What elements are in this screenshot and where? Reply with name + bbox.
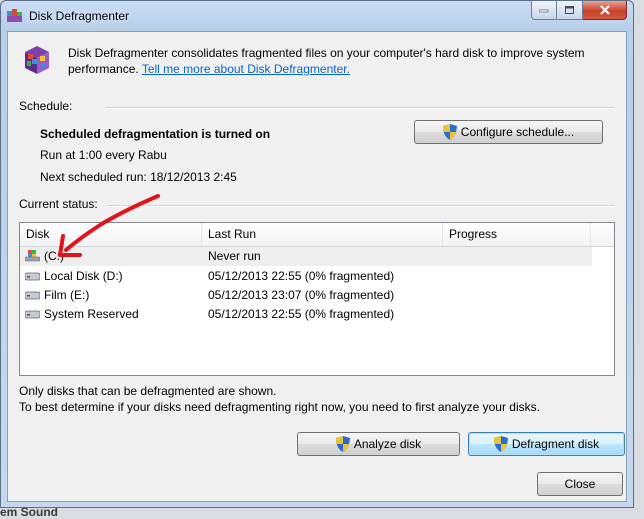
disk-name: System Reserved bbox=[44, 307, 139, 321]
window-controls bbox=[531, 1, 627, 20]
disk-last-run: 05/12/2013 22:55 (0% fragmented) bbox=[208, 269, 395, 283]
defragment-disk-button[interactable]: Defragment disk bbox=[468, 432, 625, 456]
uac-shield-icon bbox=[442, 124, 457, 140]
hard-drive-icon bbox=[25, 272, 40, 281]
disk-row-e[interactable]: Film (E:) 05/12/2013 23:07 (0% fragmente… bbox=[20, 286, 592, 305]
schedule-separator bbox=[106, 107, 614, 109]
analyze-disk-button[interactable]: Analyze disk bbox=[297, 432, 460, 456]
defrag-note-line1: Only disks that can be defragmented are … bbox=[19, 384, 277, 398]
column-header-last-run[interactable]: Last Run bbox=[202, 223, 443, 246]
disk-defragmenter-window: Disk Defragmenter Disk Defragmenter cons… bbox=[0, 0, 634, 508]
defrag-note-line2: To best determine if your disks need def… bbox=[19, 400, 540, 414]
analyze-disk-label: Analyze disk bbox=[353, 437, 422, 451]
maximize-button[interactable] bbox=[557, 1, 583, 20]
close-button[interactable]: Close bbox=[537, 472, 623, 496]
dialog-content: Disk Defragmenter consolidates fragmente… bbox=[7, 31, 627, 502]
hard-drive-icon bbox=[25, 310, 40, 319]
disk-list[interactable]: Disk Last Run Progress (C:) Never run Lo… bbox=[19, 222, 615, 376]
disk-list-header: Disk Last Run Progress bbox=[20, 223, 614, 247]
defrag-large-icon bbox=[25, 46, 49, 74]
system-drive-icon bbox=[25, 250, 40, 262]
next-scheduled-run: Next scheduled run: 18/12/2013 2:45 bbox=[40, 170, 237, 184]
window-title: Disk Defragmenter bbox=[29, 9, 130, 23]
configure-schedule-button[interactable]: Configure schedule... bbox=[414, 120, 603, 144]
uac-shield-icon bbox=[493, 436, 508, 452]
learn-more-link[interactable]: Tell me more about Disk Defragmenter. bbox=[142, 62, 350, 76]
title-bar[interactable]: Disk Defragmenter bbox=[1, 1, 633, 31]
disk-row-d[interactable]: Local Disk (D:) 05/12/2013 22:55 (0% fra… bbox=[20, 267, 592, 286]
disk-row-system-reserved[interactable]: System Reserved 05/12/2013 22:55 (0% fra… bbox=[20, 305, 592, 324]
disk-row-c[interactable]: (C:) Never run bbox=[20, 247, 592, 266]
current-status-label: Current status: bbox=[19, 197, 98, 211]
minimize-button[interactable] bbox=[531, 1, 557, 20]
close-button-label: Close bbox=[564, 477, 596, 491]
disk-name: Film (E:) bbox=[44, 288, 90, 302]
uac-shield-icon bbox=[335, 436, 350, 452]
disk-name: Local Disk (D:) bbox=[44, 269, 123, 283]
column-header-disk[interactable]: Disk bbox=[20, 223, 202, 246]
configure-schedule-label: Configure schedule... bbox=[460, 125, 575, 139]
defrag-app-icon bbox=[7, 9, 22, 22]
defragment-disk-label: Defragment disk bbox=[511, 437, 600, 451]
schedule-run-time: Run at 1:00 every Rabu bbox=[40, 148, 167, 162]
status-separator bbox=[108, 205, 614, 207]
disk-last-run: 05/12/2013 22:55 (0% fragmented) bbox=[208, 307, 395, 321]
schedule-status: Scheduled defragmentation is turned on bbox=[40, 127, 271, 141]
disk-last-run: 05/12/2013 23:07 (0% fragmented) bbox=[208, 288, 395, 302]
disk-name: (C:) bbox=[44, 249, 64, 263]
intro-description: Disk Defragmenter consolidates fragmente… bbox=[68, 45, 608, 77]
close-icon bbox=[599, 5, 610, 15]
minimize-icon bbox=[539, 9, 549, 13]
close-window-button[interactable] bbox=[583, 1, 627, 20]
column-header-progress[interactable]: Progress bbox=[443, 223, 591, 246]
maximize-icon bbox=[564, 5, 574, 14]
schedule-label: Schedule: bbox=[19, 99, 73, 113]
hard-drive-icon bbox=[25, 291, 40, 300]
disk-last-run: Never run bbox=[208, 249, 261, 263]
